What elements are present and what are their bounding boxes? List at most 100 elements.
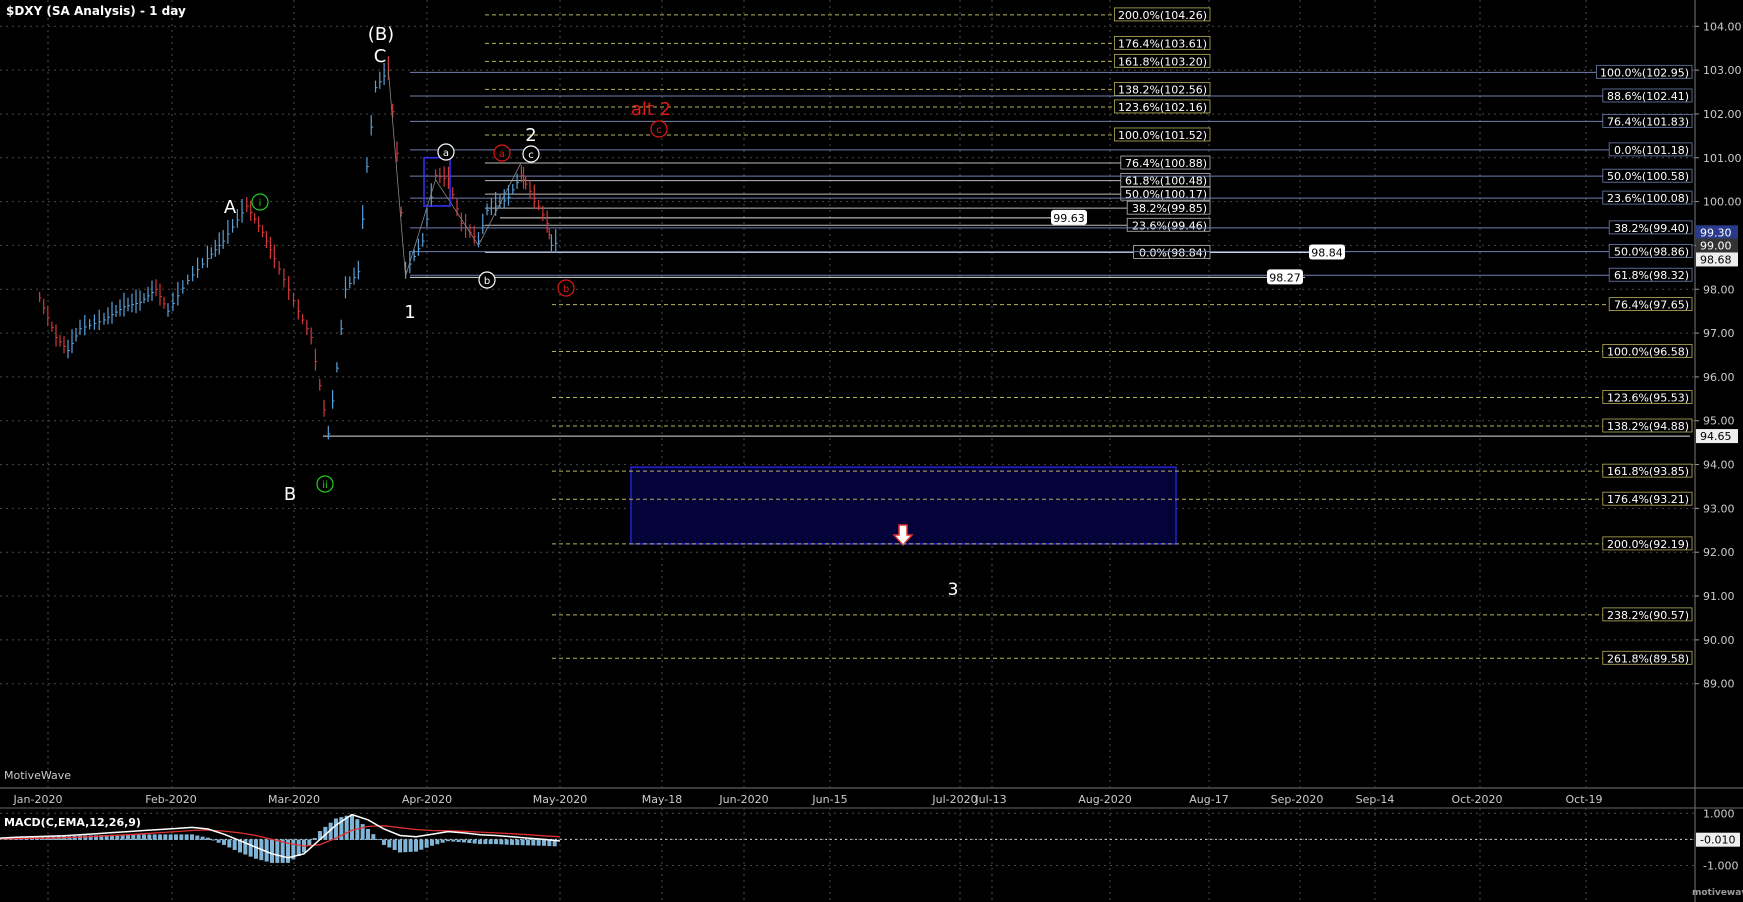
fib-right-label: 38.2%(99.40) [1614,222,1689,235]
macd-histogram-bar [510,839,514,845]
wave-label: (B) [368,24,394,45]
x-tick-label: Jul-2020 [931,793,977,806]
macd-histogram-bar [526,839,530,846]
y-tick-label: 91.00 [1703,590,1735,603]
fib-center-label: 138.2%(102.56) [1118,83,1207,96]
macd-histogram-bar [366,828,370,840]
macd-histogram-bar [254,839,258,859]
footer-brand: motivewave.com [1692,888,1743,898]
macd-histogram-bar [136,834,141,840]
macd-histogram-bar [371,834,376,840]
fib-center-label: 123.6%(102.16) [1118,101,1207,114]
y-tick-label: 101.00 [1703,152,1742,165]
macd-value-label: -0.010 [1700,834,1735,847]
macd-histogram-bar [435,839,440,845]
fib-center-label: 176.4%(103.61) [1118,37,1207,50]
y-tick-label: 103.00 [1703,64,1742,77]
macd-histogram-bar [392,839,397,850]
target-zone-label: 3 [948,580,959,600]
axis-price-tag: 98.68 [1700,253,1732,266]
macd-histogram-bar [131,834,136,840]
wave-label: 1 [404,302,415,323]
macd-histogram-bar [350,814,354,840]
y-tick-label: 100.00 [1703,196,1742,209]
wave-label: c [528,150,534,161]
x-tick-label: Apr-2020 [402,793,452,806]
macd-histogram-bar [227,839,232,848]
macd-histogram-bar [78,835,82,840]
fib-right-label: 76.4%(97.65) [1614,299,1689,312]
macd-histogram-bar [168,834,173,840]
x-tick-label: Jan-2020 [13,793,63,806]
wave-label: alt 2 [631,99,671,120]
macd-histogram-bar [312,838,317,840]
fib-right-label: 61.8%(98.32) [1614,269,1689,282]
x-tick-label: Sep-14 [1356,793,1395,806]
macd-histogram-bar [467,839,472,843]
y-tick-label: 90.00 [1703,634,1735,647]
fib-right-label: 161.8%(93.85) [1607,465,1689,478]
macd-histogram-bar [456,839,461,843]
macd-histogram-bar [440,839,445,843]
fib-center-label: 161.8%(103.20) [1118,55,1207,68]
macd-histogram-bar [419,839,424,850]
macd-histogram-bar [536,839,541,846]
macd-histogram-bar [147,834,152,840]
macd-histogram-bar [211,839,216,841]
macd-histogram-bar [403,839,408,853]
fib-right-label: 50.0%(100.58) [1607,170,1689,183]
macd-title: MACD(C,EMA,12,26,9) [4,816,141,829]
wave-label: b [563,284,569,295]
y-tick-label: 96.00 [1703,371,1735,384]
y-tick-label: 94.00 [1703,459,1735,472]
macd-histogram-bar [472,839,477,844]
chart-canvas: 104.00 103.00 102.00 101.00 100.00 99.00 98.00… [0,0,1743,902]
macd-histogram-bar [190,834,194,840]
macd-histogram-bar [494,839,498,845]
macd-histogram-bar [483,839,488,845]
price-tag: 98.27 [1269,271,1301,284]
x-tick-label: Aug-17 [1189,793,1228,806]
macd-histogram-bar [275,839,280,863]
fib-right-label: 238.2%(90.57) [1607,609,1689,622]
x-tick-label: Oct-19 [1566,793,1603,806]
fib-right-label: 76.4%(101.83) [1607,115,1689,128]
axis-price-tag: 99.30 [1700,226,1732,239]
macd-histogram-bar [270,839,274,863]
macd-histogram-bar [222,839,226,845]
watermark: MotiveWave [4,769,72,782]
macd-histogram-bar [382,839,386,845]
x-tick-label: Jun-2020 [718,793,768,806]
fib-center-label: 50.0%(100.17) [1125,188,1207,201]
x-tick-label: Feb-2020 [145,793,196,806]
macd-histogram-bar [152,834,157,840]
fib-center-label: 200.0%(104.26) [1118,9,1207,22]
fib-right-label: 88.6%(102.41) [1607,90,1689,103]
macd-histogram-bar [179,834,184,840]
macd-histogram-bar [499,839,504,845]
fib-right-label: 100.0%(102.95) [1600,66,1689,79]
fib-right-label: 200.0%(92.19) [1607,538,1689,551]
price-tag: 98.84 [1311,246,1343,259]
macd-histogram-bar [387,839,392,848]
fib-right-label: 0.0%(101.18) [1614,144,1689,157]
fib-right-label: 176.4%(93.21) [1607,493,1689,506]
wave-label: c [656,125,662,136]
macd-histogram-bar [232,839,237,850]
macd-histogram-bar [504,839,509,845]
fib-center-label: 100.0%(101.52) [1118,129,1207,142]
macd-histogram-bar [542,839,546,846]
x-tick-label: Aug-2020 [1078,793,1131,806]
wave-label: a [499,149,505,160]
x-tick-label: Sep-2020 [1271,793,1324,806]
fib-center-label: 38.2%(99.85) [1132,202,1207,215]
fib-right-label: 100.0%(96.58) [1607,345,1689,358]
macd-histogram-bar [424,839,429,848]
macd-histogram-bar [307,839,312,846]
macd-histogram-bar [158,834,162,840]
macd-histogram-bar [174,834,178,840]
axis-price-tag: 99.00 [1700,239,1732,252]
wave-label: b [484,276,490,287]
macd-histogram-bar [296,839,301,856]
macd-histogram-bar [184,834,189,840]
